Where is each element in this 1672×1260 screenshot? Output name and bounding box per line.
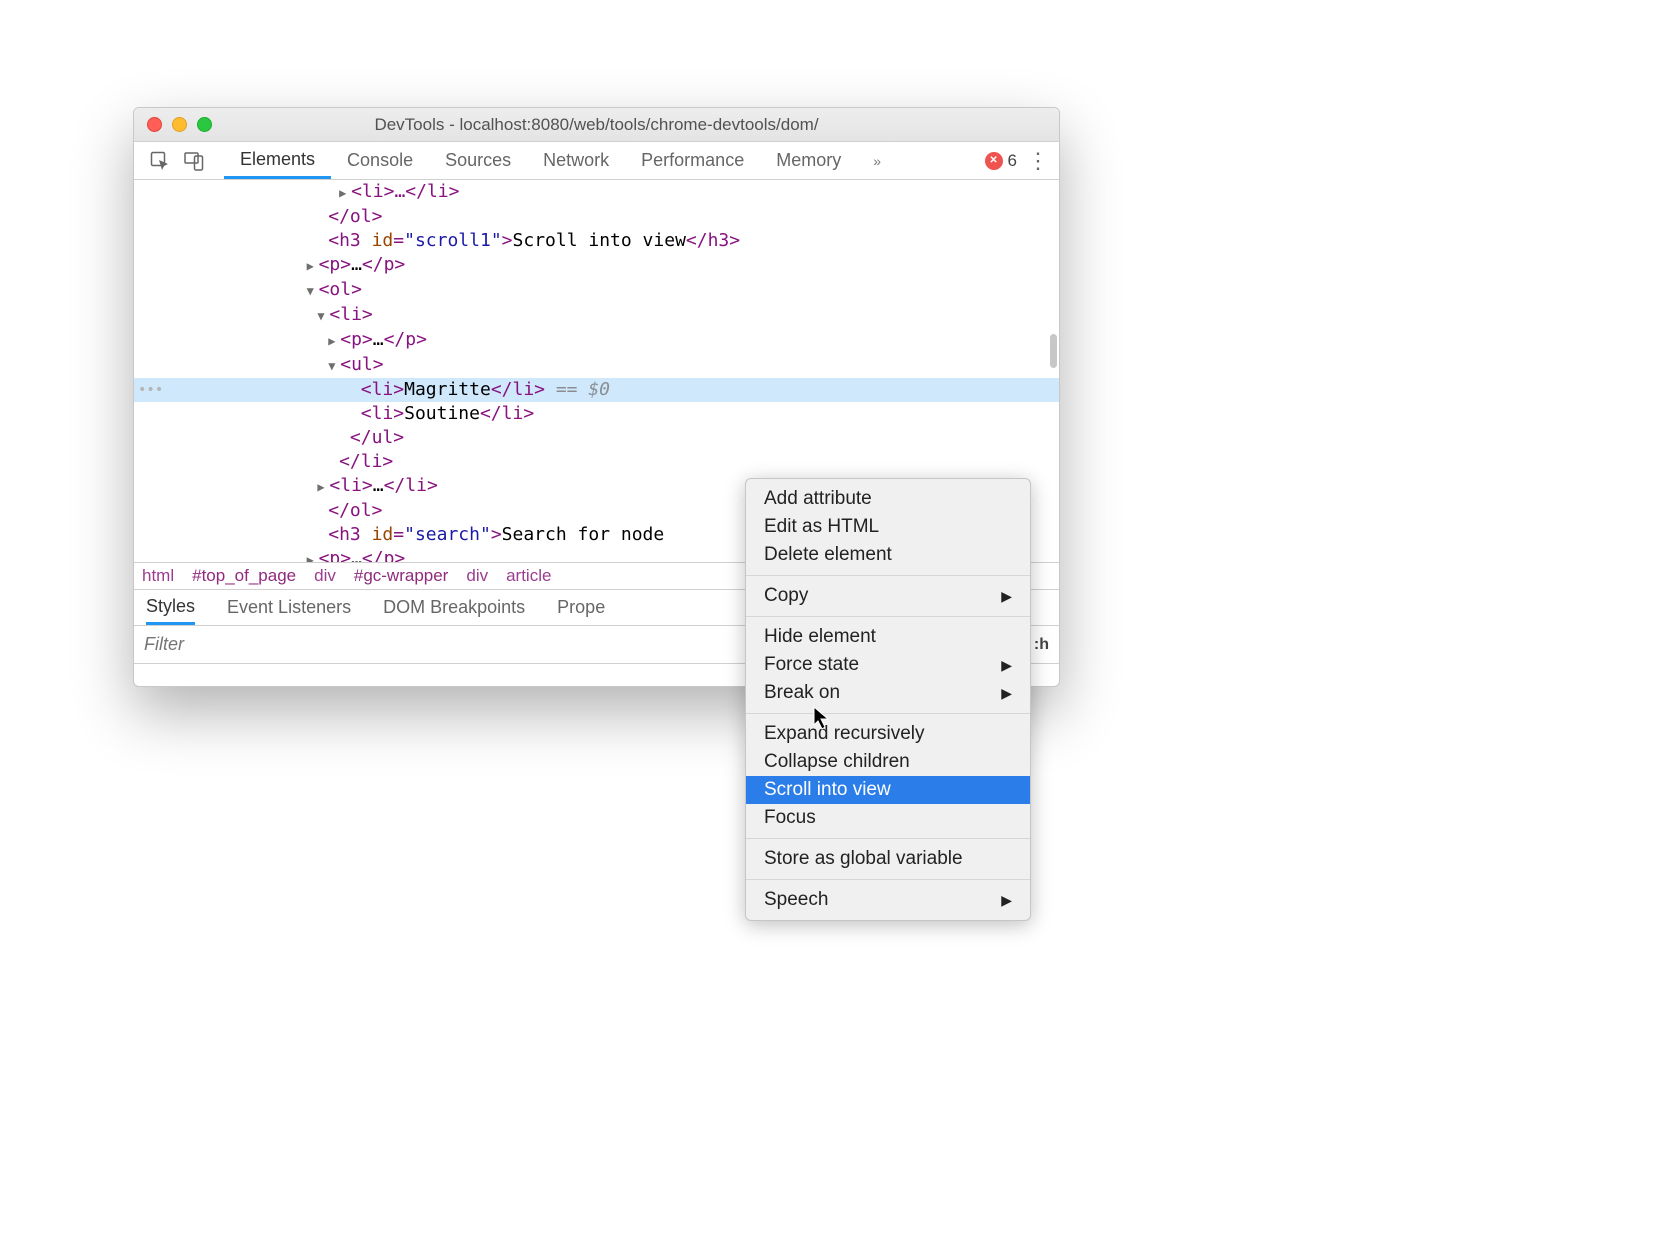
toolbar-right: 6 ⋮ <box>985 148 1059 174</box>
settings-menu-icon[interactable]: ⋮ <box>1027 148 1049 174</box>
gutter-dots: ••• <box>138 378 163 402</box>
traffic-lights <box>147 117 212 132</box>
zoom-window-button[interactable] <box>197 117 212 132</box>
chevron-right-icon: ▶ <box>1001 892 1012 909</box>
dom-node[interactable]: </ul> <box>134 426 1059 450</box>
breadcrumb-item[interactable]: html <box>142 566 174 586</box>
tab-properties[interactable]: Prope <box>557 597 605 618</box>
chevron-right-icon: ▶ <box>1001 685 1012 702</box>
ctx-scroll-into-view[interactable]: Scroll into view <box>746 776 1030 804</box>
dom-node[interactable]: <li>Soutine</li> <box>134 402 1059 426</box>
ctx-break-on[interactable]: Break on ▶ <box>746 679 1030 707</box>
tab-console[interactable]: Console <box>331 142 429 179</box>
chevron-right-icon: ▶ <box>1001 588 1012 605</box>
error-count: 6 <box>1008 151 1017 171</box>
ctx-label: Collapse children <box>764 751 910 773</box>
tab-label: Network <box>543 150 609 171</box>
tab-dom-breakpoints[interactable]: DOM Breakpoints <box>383 597 525 618</box>
ctx-delete-element[interactable]: Delete element <box>746 541 1030 569</box>
breadcrumb-item[interactable]: article <box>506 566 551 586</box>
devtools-window: DevTools - localhost:8080/web/tools/chro… <box>133 107 1060 687</box>
ctx-separator <box>746 616 1030 617</box>
ctx-label: Store as global variable <box>764 848 963 870</box>
tab-label: Performance <box>641 150 744 171</box>
chevron-right-double-icon: » <box>873 153 881 169</box>
device-toolbar-icon[interactable] <box>182 149 206 173</box>
ctx-label: Force state <box>764 654 859 676</box>
dom-node-selected[interactable]: ••• <li>Magritte</li> == $0 <box>134 378 1059 402</box>
tab-label: Console <box>347 150 413 171</box>
ctx-separator <box>746 838 1030 839</box>
main-toolbar: Elements Console Sources Network Perform… <box>134 142 1059 180</box>
panel-tabs: Elements Console Sources Network Perform… <box>224 142 985 179</box>
window-title: DevTools - localhost:8080/web/tools/chro… <box>134 115 1059 135</box>
error-count-badge[interactable]: 6 <box>985 151 1017 171</box>
ctx-label: Break on <box>764 682 840 704</box>
breadcrumb-item[interactable]: div <box>466 566 488 586</box>
ctx-label: Edit as HTML <box>764 516 879 538</box>
chevron-right-icon: ▶ <box>1001 657 1012 674</box>
tab-label: Elements <box>240 149 315 170</box>
dom-node[interactable]: ▼<li> <box>134 303 1059 328</box>
ctx-label: Hide element <box>764 626 876 648</box>
breadcrumb-item[interactable]: div <box>314 566 336 586</box>
ctx-label: Delete element <box>764 544 892 566</box>
tab-styles[interactable]: Styles <box>146 590 195 625</box>
ctx-copy[interactable]: Copy ▶ <box>746 582 1030 610</box>
ctx-separator <box>746 575 1030 576</box>
ctx-label: Add attribute <box>764 488 872 510</box>
ctx-hide-element[interactable]: Hide element <box>746 623 1030 651</box>
close-window-button[interactable] <box>147 117 162 132</box>
inspect-element-icon[interactable] <box>148 149 172 173</box>
breadcrumb-item[interactable]: #gc-wrapper <box>354 566 449 586</box>
dom-node[interactable]: ▶<p>…</p> <box>134 328 1059 353</box>
ctx-collapse-children[interactable]: Collapse children <box>746 748 1030 776</box>
dom-node[interactable]: <h3 id="scroll1">Scroll into view</h3> <box>134 229 1059 253</box>
ctx-label: Speech <box>764 889 828 911</box>
ctx-label: Expand recursively <box>764 723 925 745</box>
dom-node[interactable]: ▶<li>…</li> <box>134 180 1059 205</box>
dom-node[interactable]: ▶<p>…</p> <box>134 253 1059 278</box>
ctx-label: Focus <box>764 807 816 829</box>
tab-overflow[interactable]: » <box>857 142 897 179</box>
ctx-add-attribute[interactable]: Add attribute <box>746 485 1030 513</box>
tab-elements[interactable]: Elements <box>224 142 331 179</box>
window-titlebar: DevTools - localhost:8080/web/tools/chro… <box>134 108 1059 142</box>
tab-sources[interactable]: Sources <box>429 142 527 179</box>
tab-label: Memory <box>776 150 841 171</box>
scrollbar-thumb[interactable] <box>1050 334 1057 368</box>
dom-node[interactable]: </ol> <box>134 205 1059 229</box>
ctx-label: Scroll into view <box>764 779 891 801</box>
context-menu: Add attribute Edit as HTML Delete elemen… <box>745 478 1031 921</box>
ctx-store-global-variable[interactable]: Store as global variable <box>746 845 1030 873</box>
tab-memory[interactable]: Memory <box>760 142 857 179</box>
ctx-label: Copy <box>764 585 808 607</box>
ctx-force-state[interactable]: Force state ▶ <box>746 651 1030 679</box>
dom-node[interactable]: ▼<ul> <box>134 353 1059 378</box>
minimize-window-button[interactable] <box>172 117 187 132</box>
dom-node[interactable]: </li> <box>134 450 1059 474</box>
error-icon <box>985 152 1003 170</box>
ctx-speech[interactable]: Speech ▶ <box>746 886 1030 914</box>
tab-network[interactable]: Network <box>527 142 625 179</box>
dom-node[interactable]: ▼<ol> <box>134 278 1059 303</box>
ctx-edit-as-html[interactable]: Edit as HTML <box>746 513 1030 541</box>
breadcrumb-item[interactable]: #top_of_page <box>192 566 296 586</box>
tab-label: Sources <box>445 150 511 171</box>
ctx-focus[interactable]: Focus <box>746 804 1030 832</box>
ctx-separator <box>746 879 1030 880</box>
tab-event-listeners[interactable]: Event Listeners <box>227 597 351 618</box>
tab-performance[interactable]: Performance <box>625 142 760 179</box>
ctx-separator <box>746 713 1030 714</box>
ctx-expand-recursively[interactable]: Expand recursively <box>746 720 1030 748</box>
